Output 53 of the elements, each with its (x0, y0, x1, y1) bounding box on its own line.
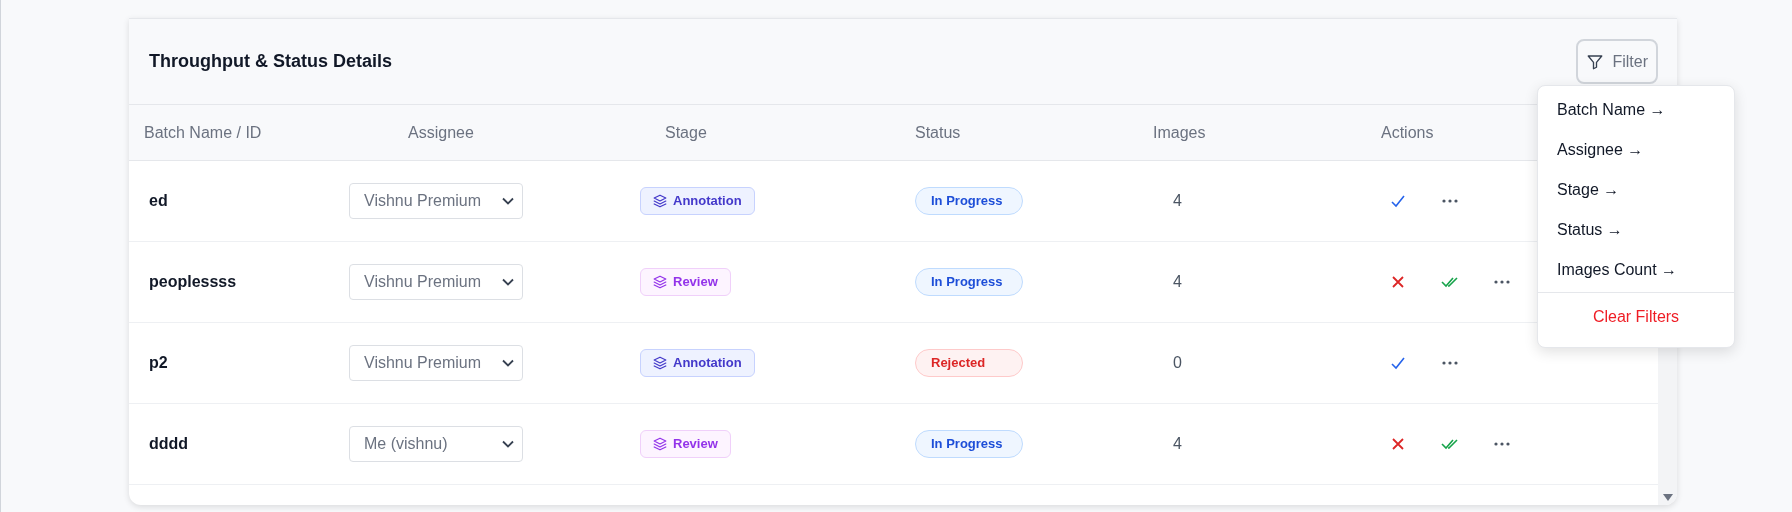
column-header: Assignee (407, 122, 474, 143)
chevron-down-icon (502, 197, 514, 205)
assignee-select[interactable]: Me (vishnu) (349, 426, 523, 462)
status-badge: Rejected (915, 349, 1023, 377)
layers-icon (653, 275, 667, 289)
stage-badge: Annotation (640, 187, 755, 215)
filter-menu-item[interactable]: Assignee → (1538, 130, 1734, 170)
more-icon (1494, 442, 1510, 446)
column-header: Stage (664, 122, 708, 143)
more-icon (1494, 280, 1510, 284)
column-header: Batch Name / ID (143, 122, 263, 143)
column-header: Status (914, 122, 962, 143)
assignee-select[interactable]: Vishnu Premium (349, 264, 523, 300)
layers-icon (653, 194, 667, 208)
images-count: 4 (1172, 191, 1183, 211)
images-count: 4 (1172, 272, 1183, 292)
card-title: Throughput & Status Details (149, 50, 392, 73)
filter-menu-item[interactable]: Batch Name → (1538, 90, 1734, 130)
scroll-down-icon[interactable] (1662, 494, 1673, 501)
filter-icon (1586, 52, 1605, 71)
double-check-icon (1441, 276, 1459, 288)
batch-name: peoplessss (148, 272, 238, 292)
stage-badge: Review (640, 268, 731, 296)
close-icon (1391, 275, 1405, 289)
status-badge: In Progress (915, 430, 1023, 458)
chevron-down-icon (502, 440, 514, 448)
batch-name: p2 (148, 353, 169, 373)
images-count: 4 (1172, 434, 1183, 454)
more-icon (1442, 199, 1458, 203)
images-count: 0 (1172, 353, 1183, 373)
filter-menu-item[interactable]: Stage → (1538, 170, 1734, 210)
chevron-down-icon (502, 278, 514, 286)
more-icon (1442, 361, 1458, 365)
batch-name: dddd (148, 434, 190, 454)
assignee-select[interactable]: Vishnu Premium (349, 183, 523, 219)
clear-filters-button[interactable]: Clear Filters (1538, 297, 1734, 337)
check-icon (1390, 194, 1406, 208)
stage-badge: Annotation (640, 349, 755, 377)
double-check-icon (1441, 438, 1459, 450)
batch-name: ed (148, 191, 169, 211)
column-header: Actions (1380, 122, 1435, 143)
column-header: Images (1152, 122, 1207, 143)
layers-icon (653, 356, 667, 370)
chevron-down-icon (502, 359, 514, 367)
check-icon (1390, 356, 1406, 370)
close-icon (1391, 437, 1405, 451)
stage-badge: Review (640, 430, 731, 458)
layers-icon (653, 437, 667, 451)
assignee-select[interactable]: Vishnu Premium (349, 345, 523, 381)
status-badge: In Progress (915, 187, 1023, 215)
status-badge: In Progress (915, 268, 1023, 296)
filter-menu-item[interactable]: Status → (1538, 210, 1734, 250)
filter-menu-item[interactable]: Images Count → (1538, 250, 1734, 290)
